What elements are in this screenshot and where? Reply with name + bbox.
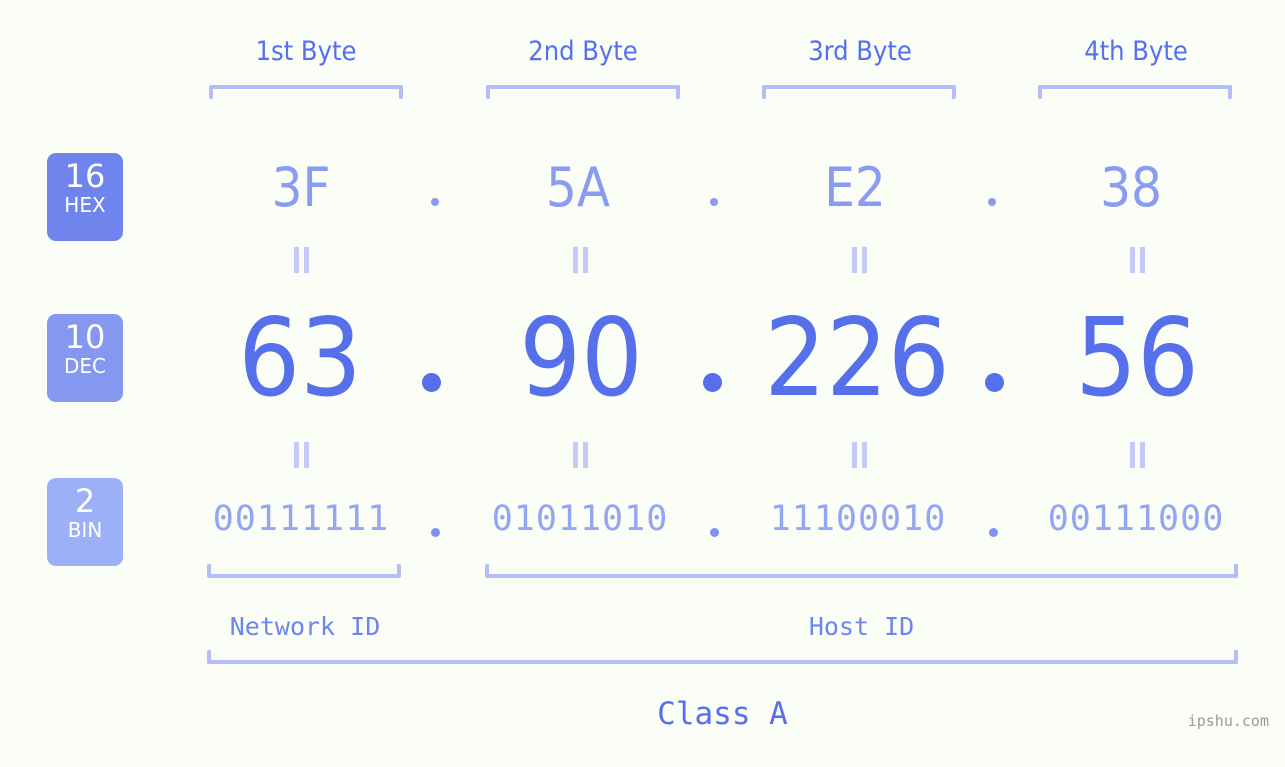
dec-separator-dot-1 [422, 373, 441, 392]
equals-mark-hex-dec-3 [848, 247, 870, 273]
bin-octet-4: 00111000 [1047, 499, 1225, 539]
byte-bracket-3 [762, 85, 956, 99]
bin-separator-dot-2 [710, 528, 719, 537]
equals-mark-dec-bin-2 [569, 442, 591, 468]
equals-mark-hex-dec-4 [1126, 247, 1148, 273]
equals-mark-dec-bin-3 [848, 442, 870, 468]
base-badge-hex-number: 16 [64, 157, 106, 195]
bin-octet-1: 00111111 [212, 499, 390, 539]
byte-header-1: 1st Byte [255, 36, 357, 67]
base-badge-dec-name: DEC [63, 354, 106, 378]
hex-octet-4: 38 [1100, 156, 1162, 219]
equals-mark-dec-bin-1 [290, 442, 312, 468]
bin-octet-2: 01011010 [491, 499, 669, 539]
hex-octet-2: 5A [545, 156, 611, 219]
dec-octet-1: 63 [238, 296, 362, 421]
bin-separator-dot-1 [431, 528, 440, 537]
base-badge-dec-number: 10 [64, 318, 106, 356]
base-badge-dec: 10 DEC [47, 314, 123, 402]
host-id-label: Host ID [808, 612, 915, 641]
network-id-label: Network ID [229, 612, 381, 641]
site-watermark: ipshu.com [1187, 712, 1269, 730]
dec-octet-4: 56 [1075, 296, 1199, 421]
dec-octet-2: 90 [519, 296, 643, 421]
class-bracket [207, 650, 1238, 664]
base-badge-hex: 16 HEX [47, 153, 123, 241]
base-badge-bin: 2 BIN [47, 478, 123, 566]
hex-separator-dot-1 [431, 198, 439, 206]
hex-separator-dot-3 [988, 198, 996, 206]
hex-separator-dot-2 [710, 198, 718, 206]
equals-mark-hex-dec-2 [569, 247, 591, 273]
dec-separator-dot-2 [703, 373, 722, 392]
byte-header-3: 3rd Byte [808, 36, 912, 67]
equals-mark-dec-bin-4 [1126, 442, 1148, 468]
byte-bracket-4 [1038, 85, 1232, 99]
class-label: Class A [657, 696, 788, 732]
base-badge-hex-name: HEX [64, 193, 106, 217]
byte-bracket-2 [486, 85, 680, 99]
bin-separator-dot-3 [989, 528, 998, 537]
dec-octet-3: 226 [764, 296, 950, 421]
host-id-bracket [485, 564, 1238, 578]
byte-header-2: 2nd Byte [528, 36, 638, 67]
dec-separator-dot-3 [985, 373, 1004, 392]
hex-octet-1: 3F [271, 156, 331, 219]
byte-header-4: 4th Byte [1084, 36, 1188, 67]
byte-bracket-1 [209, 85, 403, 99]
base-badge-bin-name: BIN [67, 518, 103, 542]
bin-octet-3: 11100010 [769, 499, 947, 539]
equals-mark-hex-dec-1 [290, 247, 312, 273]
hex-octet-3: E2 [824, 156, 886, 219]
base-badge-bin-number: 2 [74, 482, 96, 520]
ip-address-breakdown-diagram: 1st Byte 2nd Byte 3rd Byte 4th Byte 16 H… [0, 0, 1285, 767]
network-id-bracket [207, 564, 401, 578]
